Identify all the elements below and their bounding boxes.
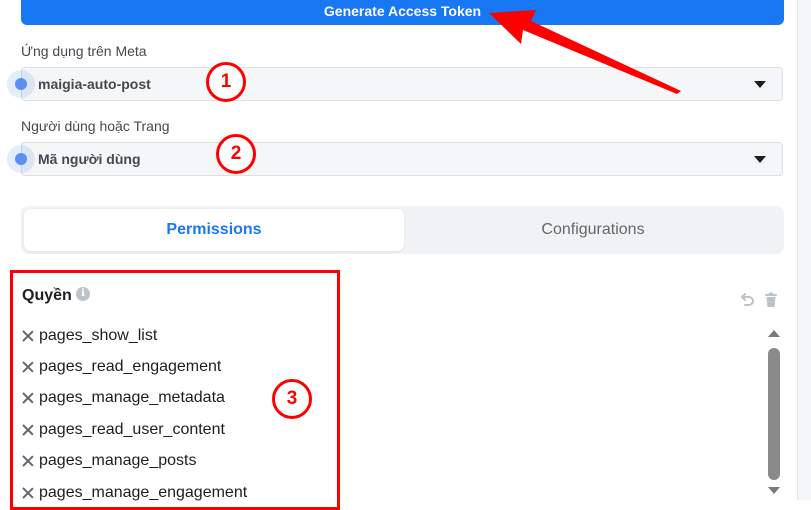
tab-configurations[interactable]: Configurations xyxy=(403,209,783,251)
annotation-arrow-icon xyxy=(489,10,681,94)
user-or-page-field-label: Người dùng hoặc Trang xyxy=(21,118,170,134)
user-or-page-select[interactable]: Mã người dùng xyxy=(21,142,783,176)
step-indicator xyxy=(7,145,35,173)
annotation-badge-2: 2 xyxy=(216,134,256,174)
scrollbar-thumb[interactable] xyxy=(768,348,780,480)
scroll-down-arrow-icon[interactable] xyxy=(768,487,780,494)
caret-down-icon xyxy=(754,156,766,163)
tab-bar: Permissions Configurations xyxy=(21,206,784,254)
scroll-up-arrow-icon[interactable] xyxy=(768,330,780,337)
annotation-badge-3: 3 xyxy=(272,379,312,419)
tab-permissions[interactable]: Permissions xyxy=(24,209,404,251)
undo-icon[interactable] xyxy=(739,292,755,308)
user-or-page-select-value: Mã người dùng xyxy=(38,151,141,167)
trash-icon[interactable] xyxy=(763,292,779,308)
